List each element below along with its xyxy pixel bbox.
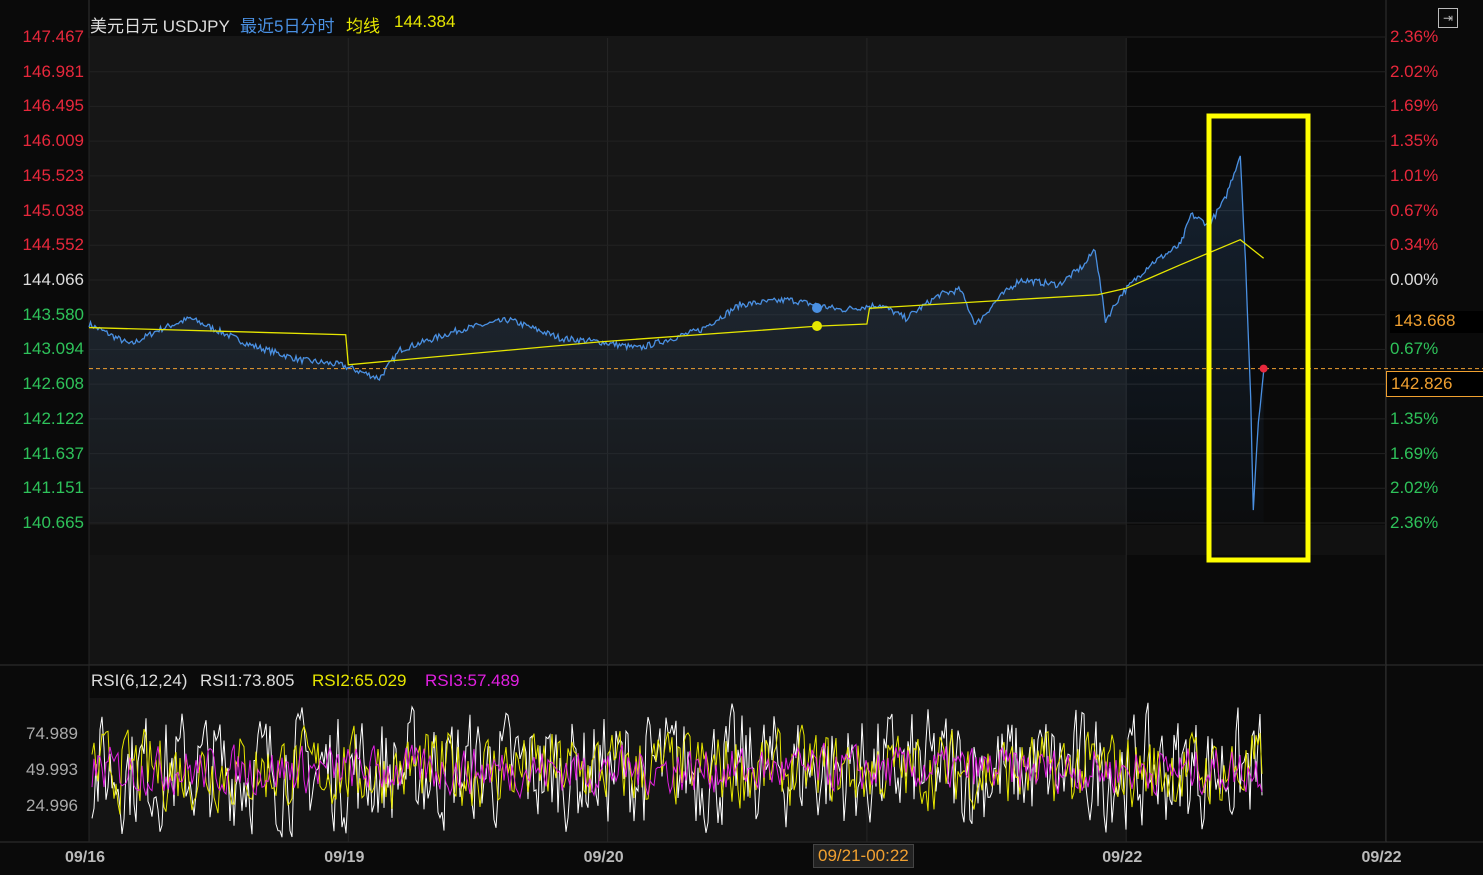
y-tick-right: 1.35% <box>1390 408 1439 428</box>
avg-label: 均线 <box>346 17 380 36</box>
chart-window: 美元日元 USDJPY 最近5日分时 均线 144.384 ⇥ 147.467 1… <box>0 0 1483 875</box>
crosshair-price-dot <box>812 303 822 313</box>
y-tick-right: 2.36% <box>1390 27 1439 46</box>
y-tick-left: 142.608 <box>22 374 84 394</box>
y-tick-right: 1.35% <box>1390 131 1439 151</box>
rsi-title: RSI(6,12,24) <box>91 671 188 690</box>
rsi1-value: RSI1:73.805 <box>200 671 295 690</box>
symbol-name: 美元日元 USDJPY <box>90 17 230 36</box>
y-tick-left: 146.495 <box>22 96 84 116</box>
y-tick-left: 146.981 <box>22 61 84 81</box>
y-tick-right: 2.36% <box>1390 513 1439 532</box>
y-tick-right: 2.02% <box>1390 61 1439 81</box>
rsi3-value: RSI3:57.489 <box>425 671 520 690</box>
y-tick-right: 0.34% <box>1390 235 1439 255</box>
y-tick-right: 1.01% <box>1390 165 1439 185</box>
y-tick-left: 143.580 <box>22 304 84 324</box>
y-tick-right: 0.67% <box>1390 339 1439 359</box>
avg-value: 144.384 <box>394 12 456 31</box>
y-tick-right: 1.69% <box>1390 96 1439 116</box>
y-tick-left: 141.151 <box>22 478 84 498</box>
x-tick: 09/19 <box>324 849 365 866</box>
last-price-dot <box>1259 364 1268 373</box>
period-label: 最近5日分时 <box>240 17 335 36</box>
y-tick-left: 143.094 <box>22 339 84 359</box>
y-tick-left: 141.637 <box>22 443 84 463</box>
exit-fullscreen-icon[interactable]: ⇥ <box>1438 8 1458 28</box>
x-tick: 09/22 <box>1102 849 1143 866</box>
x-tick: 09/16 <box>65 849 106 866</box>
rsi2-value: RSI2:65.029 <box>312 671 407 690</box>
last-price-label: 142.826 <box>1386 371 1483 397</box>
y-tick-right: 0.67% <box>1390 200 1439 220</box>
crosshair-time-label: 09/21-00:22 <box>813 844 914 868</box>
y-tick-right: 1.69% <box>1390 443 1439 463</box>
y-tick-left: 142.122 <box>22 408 84 428</box>
rsi-tick: 74.989 <box>26 724 78 743</box>
x-tick: 09/22 <box>1361 849 1402 866</box>
y-tick-left: 144.552 <box>22 235 84 255</box>
y-tick-left: 146.009 <box>22 131 84 151</box>
price-panel-footer <box>89 525 1386 555</box>
y-tick-left: 144.066 <box>22 270 84 289</box>
y-tick-left: 147.467 <box>22 27 84 46</box>
y-tick-right: 2.02% <box>1390 478 1439 498</box>
rsi-tick: 24.996 <box>26 796 78 815</box>
crosshair-avg-dot <box>812 321 822 331</box>
x-tick: 09/20 <box>583 849 624 866</box>
y-tick-right: 0.00% <box>1390 270 1439 289</box>
cursor-price-label: 143.668 <box>1390 311 1483 333</box>
y-tick-left: 145.523 <box>22 165 84 185</box>
rsi-tick: 49.993 <box>26 760 78 779</box>
y-tick-left: 140.665 <box>22 513 84 532</box>
y-tick-left: 145.038 <box>22 200 84 220</box>
chart-canvas[interactable] <box>0 0 1483 875</box>
